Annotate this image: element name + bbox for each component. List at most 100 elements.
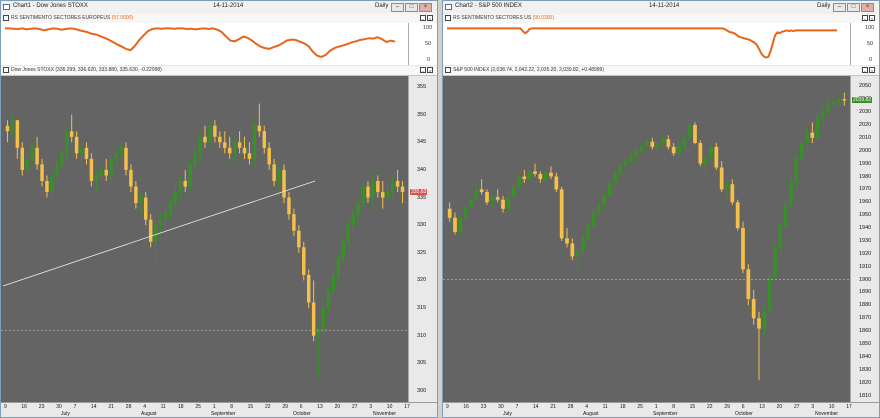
price-axis-label: 1840: [859, 353, 872, 360]
price-axis-label: 1980: [859, 173, 872, 180]
time-axis-tick: 14: [533, 404, 539, 410]
candle-body: [104, 169, 108, 176]
candle-body: [698, 143, 703, 164]
price-axis-label: 1890: [859, 289, 872, 296]
candle-body: [709, 146, 713, 159]
candle-body: [351, 214, 355, 226]
indicator-label: RS SENTIMENTO SECTORES EUROPEUS: [11, 15, 111, 21]
candle-body: [517, 176, 521, 187]
time-axis-tick: 15: [247, 404, 254, 410]
time-axis-tick: 16: [463, 404, 469, 410]
chart-window-left[interactable]: Chart1 - Dow Jones STOXX 14-11-2014 Dail…: [0, 0, 438, 418]
candle-body: [395, 180, 400, 187]
time-axis-tick: 6: [741, 404, 745, 410]
time-axis-tick: 11: [160, 404, 166, 410]
candle-body: [148, 219, 153, 242]
pane-minimize-icon[interactable]: –: [420, 67, 426, 73]
candle-body: [591, 212, 596, 226]
price-label: Dow Jones STOXX (336.299, 336.620, 333.8…: [11, 67, 162, 73]
candle-body: [671, 146, 676, 154]
candle-body: [356, 203, 360, 215]
time-axis-tick: 10: [386, 404, 393, 410]
price-axis-label: 335: [417, 194, 427, 201]
indicator-axis: 100 50 0: [850, 23, 879, 65]
time-axis-tick: 28: [567, 404, 574, 410]
chart-window-right[interactable]: Chart2 - S&P 500 INDEX 14-11-2014 Daily …: [442, 0, 880, 418]
window-title: Chart2 - S&P 500 INDEX: [455, 3, 522, 9]
time-axis-tick: 7: [515, 404, 519, 410]
pane-minimize-icon[interactable]: –: [862, 67, 868, 73]
price-label: S&P 500 INDEX (2,038.74, 2,042.22, 2,035…: [453, 67, 604, 73]
candle-body: [815, 117, 820, 138]
candle-body: [842, 99, 847, 101]
candle-body: [767, 277, 772, 311]
candle-body: [371, 180, 375, 198]
pane-icon: [3, 15, 9, 21]
candle-body: [549, 172, 553, 177]
window-titlebar[interactable]: Chart1 - Dow Jones STOXX 14-11-2014 Dail…: [1, 1, 437, 15]
time-axis-month: July: [61, 411, 70, 417]
pane-icon: [445, 15, 451, 21]
indicator-plot[interactable]: [443, 23, 853, 65]
time-axis-tick: 3: [811, 404, 815, 410]
window-titlebar[interactable]: Chart2 - S&P 500 INDEX 14-11-2014 Daily …: [443, 1, 879, 15]
candle-body: [463, 207, 468, 218]
candle-body: [666, 139, 671, 147]
candle-body: [5, 125, 10, 132]
maximize-icon[interactable]: □: [405, 3, 418, 12]
price-axis-label: 2050: [859, 83, 872, 90]
minimize-icon[interactable]: –: [391, 3, 404, 12]
time-axis-tick: 15: [689, 404, 696, 410]
candle-body: [94, 175, 99, 181]
candle-body: [302, 247, 306, 275]
price-axis-label: 315: [417, 305, 427, 312]
price-axis-label: 345: [417, 139, 427, 146]
price-plot[interactable]: [1, 76, 411, 402]
indicator-plot[interactable]: [1, 23, 411, 65]
pane-icon: [445, 67, 451, 73]
price-plot[interactable]: [443, 76, 853, 402]
pane-minimize-icon[interactable]: –: [862, 15, 868, 21]
candle-body: [198, 136, 202, 154]
candle-body: [89, 158, 94, 181]
candle-body: [247, 153, 252, 159]
pane-close-icon[interactable]: ×: [869, 15, 875, 21]
time-axis-tick: 11: [602, 404, 608, 410]
time-axis-tick: 20: [334, 404, 341, 410]
close-icon[interactable]: ×: [419, 3, 432, 12]
ind-axis-label: 50: [425, 41, 432, 47]
pane-minimize-icon[interactable]: –: [420, 15, 426, 21]
price-svg: [443, 92, 853, 381]
period-selector[interactable]: Daily: [817, 3, 830, 9]
minimize-icon[interactable]: –: [833, 3, 846, 12]
price-axis-label: 310: [417, 332, 427, 339]
candle-body: [287, 197, 291, 215]
time-axis-tick: 27: [352, 404, 358, 410]
candle-body: [55, 164, 59, 176]
candle-body: [134, 186, 138, 204]
candle-body: [570, 243, 575, 257]
time-axis-month: August: [141, 411, 157, 417]
pane-close-icon[interactable]: ×: [869, 67, 875, 73]
candle-body: [15, 120, 20, 148]
time-axis-tick: 18: [178, 404, 184, 410]
period-selector[interactable]: Daily: [375, 3, 388, 9]
time-axis-tick: 8: [230, 404, 233, 410]
candle-body: [741, 228, 745, 270]
indicator-label: RS SENTIMENTO SECTORES US: [453, 15, 532, 21]
time-axis-month: November: [373, 411, 397, 417]
candle-body: [773, 247, 777, 278]
candle-body: [538, 173, 543, 180]
ind-axis-label: 100: [423, 25, 433, 31]
candle-body: [495, 197, 500, 200]
candle-body: [559, 189, 564, 239]
close-icon[interactable]: ×: [861, 3, 874, 12]
pane-close-icon[interactable]: ×: [427, 67, 433, 73]
pane-close-icon[interactable]: ×: [427, 15, 433, 21]
candle-body: [183, 180, 187, 187]
ind-axis-label: 0: [869, 57, 873, 63]
candle-body: [35, 147, 39, 165]
maximize-icon[interactable]: □: [847, 3, 860, 12]
candle-body: [490, 197, 495, 203]
current-price-tag: 335.63: [410, 189, 428, 196]
